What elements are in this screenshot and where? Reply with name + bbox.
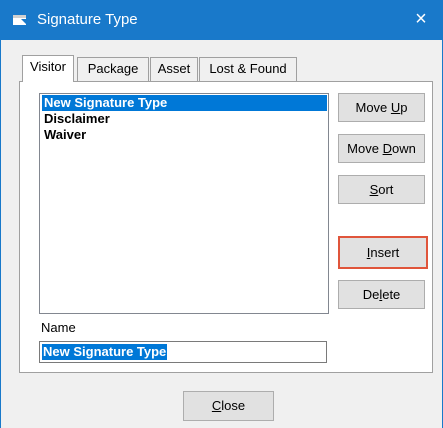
window-title: Signature Type xyxy=(37,11,138,28)
button-label: Move xyxy=(355,100,391,115)
tab-label: Asset xyxy=(157,61,191,76)
list-item[interactable]: Disclaimer xyxy=(42,111,110,127)
list-item[interactable]: Waiver xyxy=(42,127,86,143)
insert-button[interactable]: Insert xyxy=(338,236,428,269)
tab-asset[interactable]: Asset xyxy=(150,57,198,81)
mnemonic: C xyxy=(211,398,222,413)
move-down-button[interactable]: Move Down xyxy=(338,134,425,163)
mnemonic: D xyxy=(382,141,392,156)
tab-package[interactable]: Package xyxy=(77,57,149,81)
button-label: lose xyxy=(221,398,246,413)
app-icon xyxy=(13,15,26,25)
mnemonic: U xyxy=(390,100,401,115)
button-label: nsert xyxy=(370,245,400,260)
tab-label: Package xyxy=(87,61,139,76)
tab-lost-and-found[interactable]: Lost & Found xyxy=(199,57,297,81)
button-label: De xyxy=(362,287,380,302)
signature-type-dialog: Signature Type × Visitor Package Asset L… xyxy=(0,0,443,428)
title-bar[interactable]: Signature Type × xyxy=(1,0,443,40)
tab-label: Lost & Found xyxy=(209,61,287,76)
close-window-icon[interactable]: × xyxy=(398,0,443,40)
name-label: Name xyxy=(41,320,76,335)
delete-button[interactable]: Delete xyxy=(338,280,425,309)
name-input[interactable]: New Signature Type xyxy=(39,341,327,363)
button-label: Move xyxy=(347,141,383,156)
signature-type-list[interactable]: New Signature Type Disclaimer Waiver xyxy=(39,93,329,314)
sort-button[interactable]: Sort xyxy=(338,175,425,204)
close-button[interactable]: Close xyxy=(183,391,274,421)
mnemonic: S xyxy=(369,182,379,197)
move-up-button[interactable]: Move Up xyxy=(338,93,425,122)
list-item[interactable]: New Signature Type xyxy=(42,95,327,111)
button-label: p xyxy=(400,100,408,115)
button-label: ort xyxy=(378,182,394,197)
button-label: ete xyxy=(382,287,401,302)
name-value: New Signature Type xyxy=(42,344,168,360)
tab-visitor[interactable]: Visitor xyxy=(22,55,74,82)
button-label: own xyxy=(391,141,416,156)
tab-label: Visitor xyxy=(30,59,66,74)
